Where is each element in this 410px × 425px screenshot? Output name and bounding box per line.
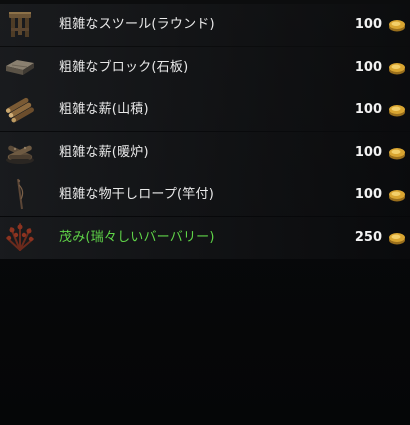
store-item-name: 粗雑な物干しロープ(竿付) — [59, 187, 214, 202]
store-item-price: 250 — [354, 229, 382, 245]
store-item-name: 粗雑なスツール(ラウンド) — [59, 17, 215, 32]
gold-coin-icon — [388, 18, 406, 32]
gold-coin-icon — [388, 103, 406, 117]
gold-coin-icon — [388, 188, 406, 202]
store-item-price: 100 — [354, 17, 382, 32]
store-item-row-fireplace-logs[interactable]: 粗雑な薪(暖炉) 100 — [0, 131, 410, 174]
store-item-price: 100 — [354, 59, 382, 75]
store-item-price: 100 — [354, 102, 382, 117]
clothesline-icon — [3, 177, 37, 211]
store-item-name: 粗雑な薪(暖炉) — [59, 144, 149, 160]
barberry-bush-icon — [3, 220, 37, 254]
store-item-name: 茂み(瑞々しいバーバリー) — [59, 229, 215, 245]
store-item-row-barberry-bush[interactable]: 茂み(瑞々しいバーバリー) 250 — [0, 216, 410, 259]
store-item-price: 100 — [354, 144, 382, 160]
stool-icon — [3, 7, 37, 41]
store-item-price: 100 — [354, 187, 382, 202]
store-item-row-clothesline[interactable]: 粗雑な物干しロープ(竿付) 100 — [0, 174, 410, 216]
store-panel: 粗雑なスツール(ラウンド) 100 粗雑なブロック(石板) 100 粗雑な薪(山… — [0, 0, 410, 425]
store-item-name: 粗雑な薪(山積) — [59, 102, 149, 117]
gold-coin-icon — [388, 231, 406, 245]
fireplace-logs-icon — [3, 135, 37, 169]
gold-coin-icon — [388, 61, 406, 75]
stone-block-icon — [3, 50, 37, 84]
store-item-row-stool[interactable]: 粗雑なスツール(ラウンド) 100 — [0, 4, 410, 46]
firewood-pile-icon — [3, 92, 37, 126]
store-item-name: 粗雑なブロック(石板) — [59, 59, 189, 75]
store-item-list: 粗雑なスツール(ラウンド) 100 粗雑なブロック(石板) 100 粗雑な薪(山… — [0, 4, 410, 259]
gold-coin-icon — [388, 146, 406, 160]
store-item-row-stone-block[interactable]: 粗雑なブロック(石板) 100 — [0, 46, 410, 89]
store-item-row-firewood-pile[interactable]: 粗雑な薪(山積) 100 — [0, 89, 410, 131]
